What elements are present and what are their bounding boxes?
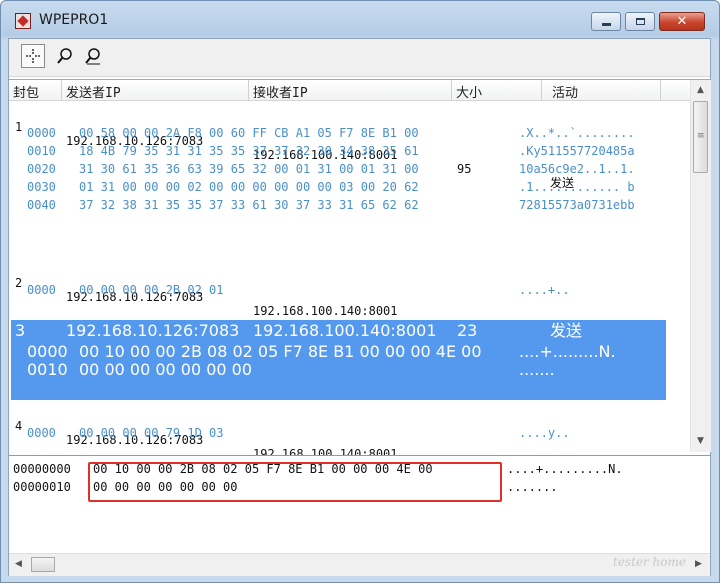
hex-offset: 0010 (27, 144, 56, 158)
scroll-up-icon[interactable]: ▲ (697, 85, 704, 95)
hex-offset: 0000 (27, 426, 56, 440)
hex-bytes: 00 00 00 00 79 1D 03 (79, 426, 224, 440)
horizontal-scrollbar[interactable]: ◀ ▶ (9, 553, 710, 576)
magnifier-minus-icon (85, 48, 100, 65)
hex-ascii: ....y.. (519, 426, 570, 440)
hex-bytes: 00 58 00 00 2A F8 00 60 FF CB A1 05 F7 8… (79, 126, 419, 140)
crosshair-icon (26, 49, 40, 63)
horizontal-scroll-thumb[interactable] (31, 557, 55, 572)
packet-id: 1 (15, 120, 23, 134)
minimize-icon (601, 22, 611, 26)
hex-bytes: 01 31 00 00 00 02 00 00 00 00 00 00 03 0… (79, 180, 419, 194)
packet-id: 2 (15, 276, 23, 290)
toolbar (9, 39, 710, 77)
hex-bytes: 37 32 38 31 35 35 37 33 61 30 37 33 31 6… (79, 198, 419, 212)
column-header: 封包 发送者IP 接收者IP 大小 活动 (9, 80, 690, 101)
close-button[interactable]: ✕ (659, 12, 705, 31)
hex-ascii: .X..*..`........ (519, 126, 635, 140)
window-title: WPEPRO1 (39, 12, 109, 28)
hex-ascii: ....... (519, 360, 555, 379)
scroll-left-icon[interactable]: ◀ (15, 559, 22, 569)
title-bar[interactable]: WPEPRO1 ✕ (1, 1, 719, 41)
watermark: tester home (613, 555, 686, 569)
hex-offset: 00000010 (13, 480, 71, 494)
hex-bytes: 00 10 00 00 2B 08 02 05 F7 8E B1 00 00 0… (79, 342, 482, 361)
packet-size: 95 (457, 162, 472, 176)
grip-icon: ≡ (697, 131, 705, 141)
magnifier-icon (57, 48, 72, 64)
packet-action: 发送 (550, 321, 583, 340)
hex-offset: 00000000 (13, 462, 71, 476)
hex-offset: 0000 (27, 283, 56, 297)
vertical-scroll-thumb[interactable]: ≡ (693, 101, 708, 173)
highlight-box (88, 462, 502, 502)
hex-offset: 0040 (27, 198, 56, 212)
maximize-button[interactable] (625, 12, 655, 31)
hex-bytes: 31 30 61 35 36 63 39 65 32 00 01 31 00 0… (79, 162, 419, 176)
col-sender[interactable]: 发送者IP (66, 82, 121, 101)
client-area: 封包 发送者IP 接收者IP 大小 活动 1 192.168.10.126:70… (8, 38, 711, 576)
col-receiver[interactable]: 接收者IP (253, 82, 308, 101)
packet-row-selected[interactable]: 3 192.168.10.126:7083 192.168.100.140:80… (11, 320, 666, 400)
hex-offset: 0000 (27, 126, 56, 140)
hex-offset: 0020 (27, 162, 56, 176)
hex-bytes: 00 00 00 00 00 00 00 (79, 360, 253, 379)
packet-id: 3 (15, 321, 26, 340)
zoom-out-button[interactable] (81, 44, 105, 68)
zoom-in-button[interactable] (53, 44, 77, 68)
maximize-icon (635, 18, 645, 25)
hex-ascii: 10a56c9e2..1..1. (519, 162, 635, 176)
hex-ascii: 72815573a0731ebb (519, 198, 635, 212)
hex-offset: 0000 (27, 342, 68, 361)
hex-ascii: .Ky511557720485a (519, 144, 635, 158)
hex-bytes: 18 4B 79 35 31 31 35 35 37 37 32 30 34 3… (79, 144, 419, 158)
hex-ascii: ....... (507, 480, 558, 494)
app-icon[interactable] (15, 13, 31, 29)
hex-ascii: .1............ b (519, 180, 635, 194)
app-window: WPEPRO1 ✕ 封包 发送者IP 接收者IP 大小 活动 1 192.168… (0, 0, 720, 583)
select-tool-button[interactable] (21, 44, 45, 68)
scroll-right-icon[interactable]: ▶ (695, 559, 702, 569)
hex-offset: 0030 (27, 180, 56, 194)
packet-sender: 192.168.10.126:7083 (66, 321, 240, 340)
col-packet[interactable]: 封包 (13, 82, 39, 101)
scroll-down-icon[interactable]: ▼ (697, 436, 704, 446)
vertical-scrollbar[interactable]: ▲ ≡ ▼ (690, 80, 711, 452)
minimize-button[interactable] (591, 12, 621, 31)
hex-ascii: ....+.. (519, 283, 570, 297)
col-size[interactable]: 大小 (456, 82, 482, 101)
packet-receiver: 192.168.100.140:8001 (253, 321, 437, 340)
hex-offset: 0010 (27, 360, 68, 379)
packet-id: 4 (15, 419, 23, 433)
hex-ascii: ....+.........N. (519, 342, 616, 361)
close-icon: ✕ (676, 14, 688, 29)
hex-view-pane[interactable]: 00000000 00 10 00 00 2B 08 02 05 F7 8E B… (9, 455, 710, 556)
hex-ascii: ....+.........N. (507, 462, 623, 476)
packet-list[interactable]: 封包 发送者IP 接收者IP 大小 活动 1 192.168.10.126:70… (9, 79, 711, 489)
hex-bytes: 00 00 00 00 2B 02 01 (79, 283, 224, 297)
packet-receiver: 192.168.100.140:8001 (253, 304, 398, 318)
col-action[interactable]: 活动 (552, 82, 578, 101)
packet-size: 23 (457, 321, 478, 340)
